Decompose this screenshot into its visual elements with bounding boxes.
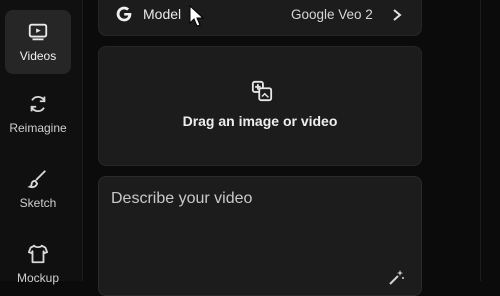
refresh-icon [30,95,46,113]
sidebar-item-sketch[interactable]: Sketch [5,157,71,221]
mouse-cursor-icon [189,5,205,27]
upload-dropzone[interactable]: Drag an image or video [98,46,422,166]
sidebar-item-videos[interactable]: Videos [5,10,71,74]
model-value: Google Veo 2 [291,7,373,22]
brush-icon [27,170,46,189]
model-selector[interactable]: Model Google Veo 2 [98,0,422,36]
sparkle-wand-icon[interactable] [387,269,405,287]
upload-text: Drag an image or video [182,113,338,129]
prompt-input[interactable] [109,189,403,209]
video-icon [28,23,48,41]
sidebar-item-label: Videos [19,49,57,63]
add-image-icon [251,80,273,102]
sidebar-item-label: Reimagine [9,121,67,135]
shirt-icon [27,244,49,264]
sidebar-item-reimagine[interactable]: Reimagine [5,82,71,146]
sidebar-item-mockup[interactable]: Mockup [5,232,71,296]
google-icon [116,6,132,22]
chevron-right-icon [393,9,402,21]
main-panel: Model Google Veo 2 Drag an image or vide… [98,0,424,296]
sidebar-item-label: Mockup [16,271,60,285]
sidebar: Videos Reimagine Sketch Mockup [0,0,83,285]
model-label: Model [143,6,182,22]
divider [480,0,481,281]
sidebar-item-label: Sketch [19,196,57,210]
prompt-box [98,176,422,296]
